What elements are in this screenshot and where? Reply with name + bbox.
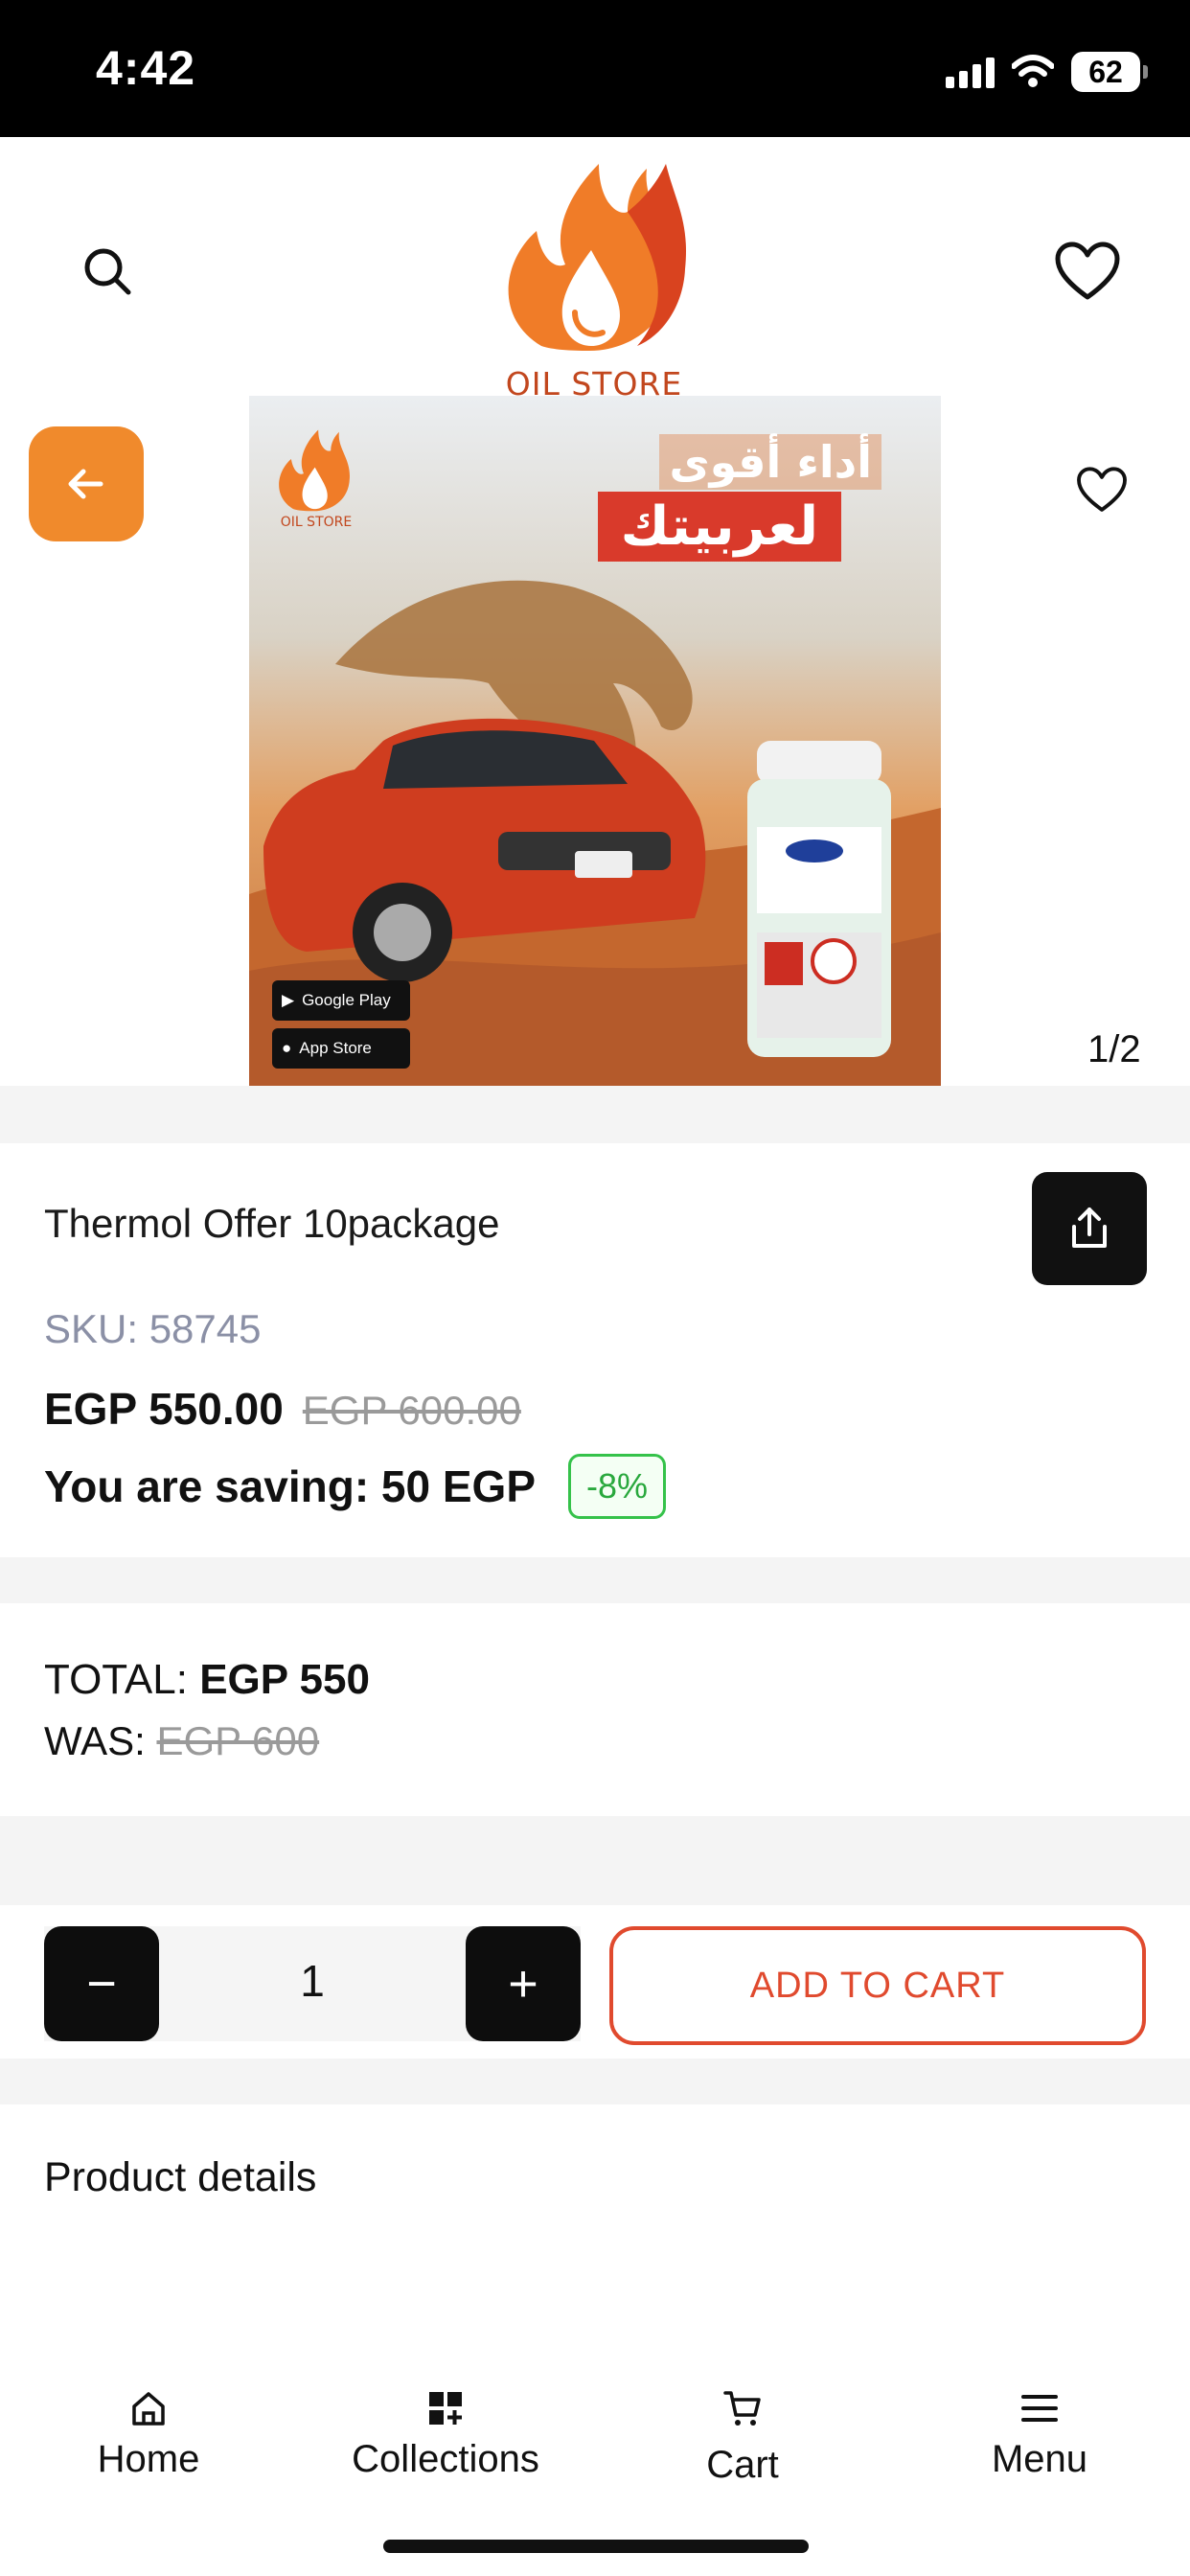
nav-label-collections: Collections (352, 2438, 539, 2480)
quantity-value[interactable]: 1 (159, 1955, 466, 2007)
image-banner: لعربيتك (597, 492, 841, 562)
menu-icon (1021, 2395, 1058, 2422)
saving-row: You are saving: 50 EGP -8% (44, 1454, 667, 1519)
product-details-heading[interactable]: Product details (44, 2154, 316, 2201)
signal-icon (946, 56, 995, 88)
total-label: TOTAL: (44, 1656, 188, 1703)
search-icon (84, 248, 131, 295)
home-indicator[interactable] (383, 2540, 809, 2553)
nav-label-cart: Cart (706, 2444, 779, 2486)
section-divider (0, 1816, 1190, 1905)
image-logo-text: OIL STORE (280, 515, 353, 530)
wifi-icon (1012, 55, 1054, 87)
quantity-stepper: − 1 + (44, 1926, 581, 2041)
increase-quantity-button[interactable]: + (466, 1926, 581, 2041)
heart-icon (1055, 242, 1120, 300)
was-line: WAS: EGP 600 (44, 1718, 319, 1764)
product-image[interactable]: أداء أقوى لعربيتك OIL STORE ▶ Google Pla… (249, 396, 941, 1086)
was-label: WAS: (44, 1718, 146, 1763)
flame-logo-icon (508, 164, 686, 351)
discount-badge: -8% (568, 1454, 667, 1519)
bottom-nav: Home Collections Cart Menu (0, 2367, 1190, 2576)
battery-icon: 62 (1071, 52, 1148, 92)
decrease-quantity-button[interactable]: − (44, 1926, 159, 2041)
image-logo-icon (279, 429, 350, 512)
back-button[interactable] (29, 426, 144, 541)
store-logo[interactable]: OIL STORE (484, 154, 704, 402)
add-to-cart-button[interactable]: ADD TO CART (609, 1926, 1146, 2045)
collections-icon (429, 2392, 462, 2425)
google-play-label: Google Play (302, 991, 391, 1009)
sku-value: 58745 (149, 1306, 262, 1351)
wishlist-button[interactable] (1044, 228, 1131, 314)
apple-icon: ● (282, 1039, 292, 1057)
price-row: EGP 550.00 EGP 600.00 (44, 1383, 521, 1435)
product-gallery[interactable]: أداء أقوى لعربيتك OIL STORE ▶ Google Pla… (0, 396, 1190, 1086)
section-divider (0, 1086, 1190, 1143)
nav-item-cart[interactable]: Cart (628, 2386, 858, 2501)
cart-controls: − 1 + ADD TO CART (0, 1905, 1190, 2058)
sku-label: SKU: (44, 1306, 139, 1351)
nav-label-home: Home (97, 2438, 200, 2480)
heart-icon (1077, 467, 1127, 512)
status-time: 4:42 (96, 41, 196, 95)
play-icon: ▶ (282, 991, 295, 1009)
nav-item-menu[interactable]: Menu (925, 2386, 1155, 2501)
image-favorite-button[interactable] (1065, 453, 1138, 526)
home-icon (132, 2392, 165, 2426)
product-title: Thermol Offer 10package (44, 1201, 500, 1246)
section-divider (0, 1557, 1190, 1603)
was-value: EGP 600 (156, 1718, 320, 1763)
total-line: TOTAL: EGP 550 (44, 1656, 370, 1704)
image-headline: أداء أقوى (659, 434, 881, 490)
nav-label-menu: Menu (991, 2438, 1088, 2480)
nav-item-home[interactable]: Home (34, 2386, 263, 2501)
status-bar: 4:42 62 (0, 0, 1190, 137)
header: OIL STORE (0, 137, 1190, 402)
nav-item-collections[interactable]: Collections (331, 2386, 561, 2501)
arrow-left-icon (68, 469, 103, 499)
section-divider (0, 2058, 1190, 2104)
totals-section: TOTAL: EGP 550 WAS: EGP 600 (0, 1603, 1190, 1816)
search-button[interactable] (69, 233, 146, 310)
share-button[interactable] (1032, 1172, 1147, 1285)
cart-icon (723, 2391, 761, 2426)
sku: SKU: 58745 (44, 1306, 262, 1352)
share-icon (1072, 1208, 1107, 1248)
current-price: EGP 550.00 (44, 1384, 284, 1434)
app-store-badge: ● App Store (272, 1028, 410, 1069)
status-indicators: 62 (946, 50, 1148, 94)
google-play-badge: ▶ Google Play (272, 980, 410, 1021)
product-info: Thermol Offer 10package SKU: 58745 EGP 5… (0, 1143, 1190, 1557)
total-value: EGP 550 (199, 1656, 370, 1703)
saving-text: You are saving: 50 EGP (44, 1461, 537, 1511)
image-pager: 1/2 (1087, 1028, 1141, 1070)
app-store-label: App Store (299, 1039, 372, 1057)
old-price: EGP 600.00 (302, 1388, 521, 1433)
